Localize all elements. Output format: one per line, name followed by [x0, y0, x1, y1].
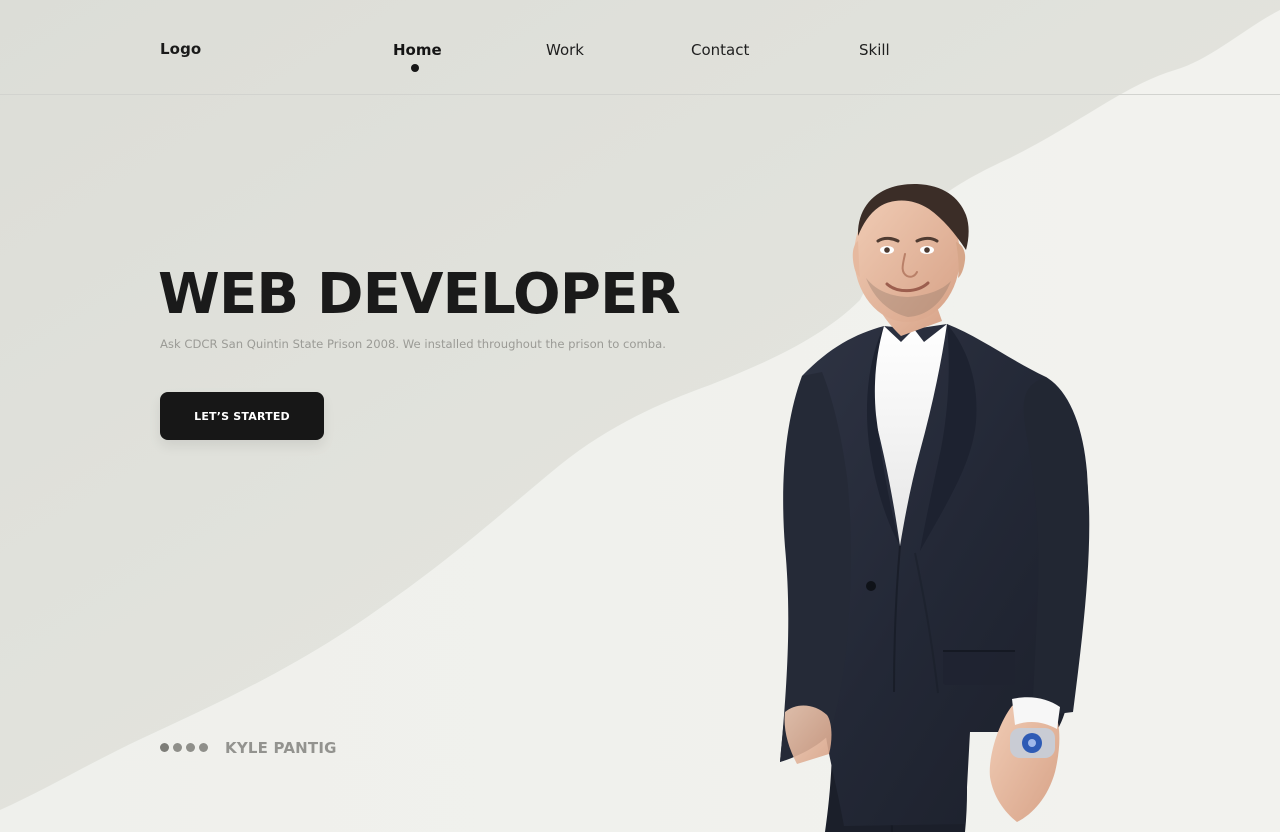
slider-dots	[160, 743, 208, 752]
hero-subtitle: Ask CDCR San Quintin State Prison 2008. …	[160, 337, 666, 351]
person-name: KYLE PANTIG	[225, 739, 337, 757]
hero-title: WEB DEVELOPER	[158, 262, 681, 327]
nav-home[interactable]: Home	[393, 41, 442, 59]
nav-skill[interactable]: Skill	[859, 41, 890, 59]
slider-dot-4[interactable]	[199, 743, 208, 752]
nav-contact[interactable]: Contact	[691, 41, 749, 59]
top-navigation: Logo Home Work Contact Skill	[0, 0, 1280, 95]
active-indicator-dot	[411, 64, 419, 72]
slider-dot-1[interactable]	[160, 743, 169, 752]
logo[interactable]: Logo	[160, 40, 201, 58]
slider-dot-3[interactable]	[186, 743, 195, 752]
lets-started-button[interactable]: LET’S STARTED	[160, 392, 324, 440]
portrait-image	[780, 183, 1090, 832]
slider-dot-2[interactable]	[173, 743, 182, 752]
nav-work[interactable]: Work	[546, 41, 584, 59]
